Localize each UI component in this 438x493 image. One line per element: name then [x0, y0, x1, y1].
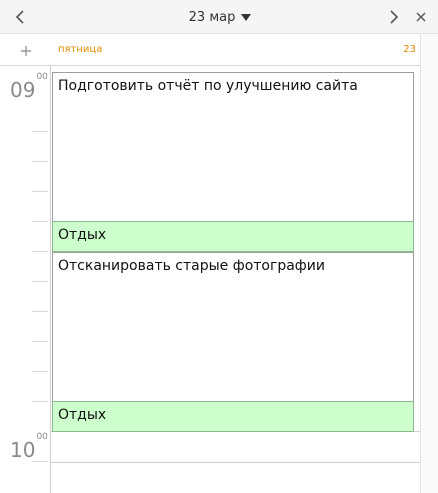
top-toolbar: 23 мар	[0, 0, 438, 34]
time-tick	[32, 341, 48, 342]
close-icon	[416, 12, 426, 22]
time-tick	[32, 221, 48, 222]
scrollbar-track[interactable]	[420, 34, 438, 493]
event-rest-1[interactable]: Отдых	[52, 221, 414, 252]
caret-down-icon	[241, 13, 252, 21]
time-grid[interactable]: 0900 1000 Подготовить отчёт по улучшению…	[0, 66, 420, 493]
event-title: Подготовить отчёт по улучшению сайта	[58, 78, 358, 94]
event-title: Отсканировать старые фотографии	[58, 258, 325, 274]
hour-label-09: 0900	[10, 72, 48, 102]
chevron-right-icon	[390, 10, 399, 24]
time-tick	[32, 401, 48, 402]
event-prepare-report[interactable]: Подготовить отчёт по улучшению сайта	[52, 72, 414, 222]
hour-label-10: 1000	[10, 432, 48, 462]
event-title: Отдых	[58, 407, 107, 423]
time-tick	[32, 131, 48, 132]
time-tick	[32, 251, 48, 252]
close-button[interactable]	[404, 0, 438, 34]
current-date: 23 мар	[188, 9, 236, 25]
gutter-divider	[50, 66, 51, 493]
day-number: 23	[403, 44, 416, 55]
event-title: Отдых	[58, 227, 107, 243]
hour-label-10-minutes: 00	[36, 432, 48, 443]
hour-label-10-hour: 10	[10, 438, 36, 462]
time-tick	[32, 461, 48, 462]
time-tick	[32, 281, 48, 282]
chevron-left-icon	[15, 10, 24, 24]
time-tick	[32, 191, 48, 192]
event-scan-photos[interactable]: Отсканировать старые фотографии	[52, 252, 414, 402]
time-tick	[32, 161, 48, 162]
half-hour-line	[50, 462, 420, 463]
time-tick	[32, 311, 48, 312]
event-rest-2[interactable]: Отдых	[52, 401, 414, 432]
hour-label-09-hour: 09	[10, 78, 36, 102]
previous-day-button[interactable]	[0, 0, 40, 34]
all-day-row: пятница 23	[0, 34, 438, 66]
hour-label-09-minutes: 00	[36, 72, 48, 83]
date-picker[interactable]: 23 мар	[170, 0, 270, 34]
time-tick	[32, 371, 48, 372]
weekday-label: пятница	[58, 44, 103, 55]
plus-icon	[21, 46, 31, 56]
add-event-button[interactable]	[14, 40, 38, 62]
